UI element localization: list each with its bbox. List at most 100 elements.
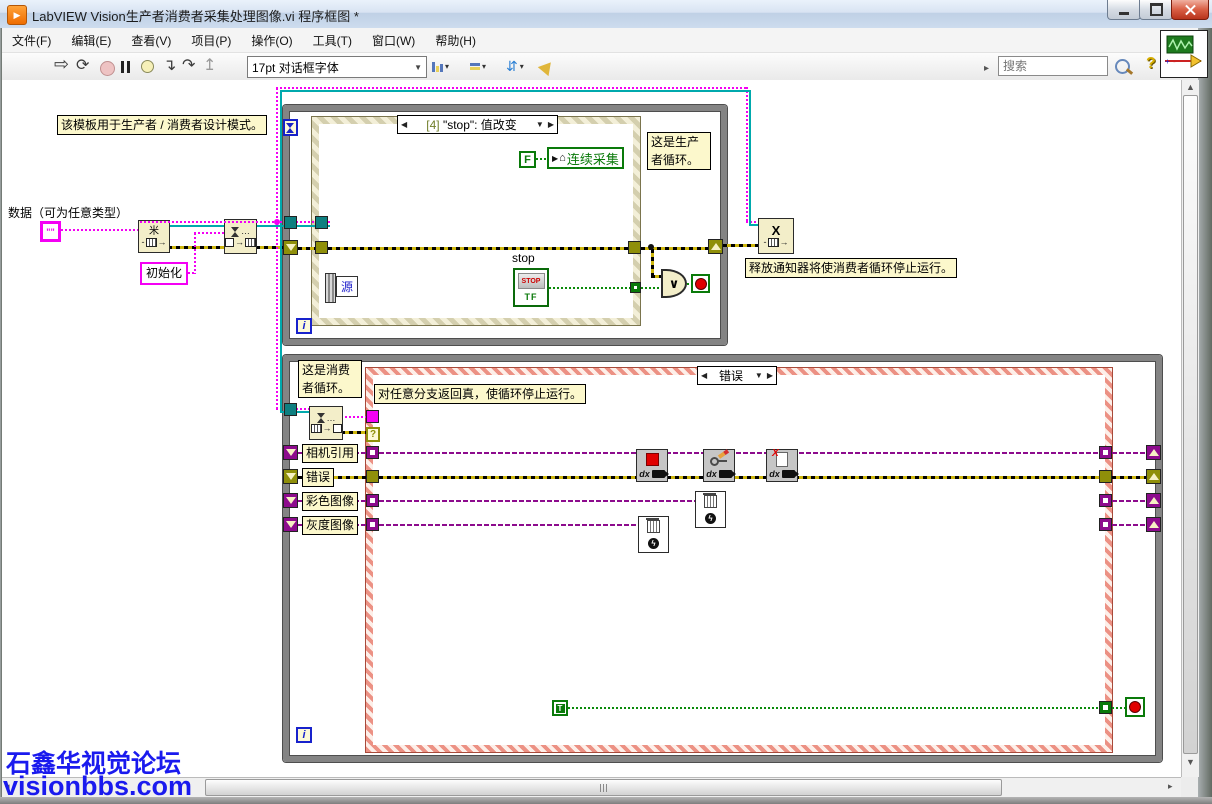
wire-string-init-3[interactable]: [194, 232, 225, 234]
next-case-icon[interactable]: ▶: [548, 120, 554, 129]
release-notifier-node[interactable]: X -→: [758, 218, 794, 254]
shift-register-right-gray-image[interactable]: [1146, 517, 1161, 532]
horizontal-scrollbar-thumb[interactable]: [205, 779, 1002, 796]
wire-camera-ref-through-case[interactable]: [379, 452, 1100, 454]
tunnel-notifier-loop-left[interactable]: [284, 216, 297, 229]
imaq-dispose-gray-node[interactable]: ϟ: [638, 516, 669, 553]
wire-color-image-right[interactable]: [1112, 500, 1146, 502]
tunnel-error-case-right[interactable]: [1099, 470, 1112, 483]
shift-register-left-color-image[interactable]: [283, 493, 298, 508]
local-variable-continuous[interactable]: ▶ ⌂ 连续采集: [547, 147, 624, 169]
window-border-right[interactable]: [1198, 28, 1212, 804]
event-data-node-source[interactable]: 源: [336, 276, 358, 297]
vertical-scrollbar-thumb[interactable]: [1183, 95, 1198, 754]
menu-file[interactable]: 文件(F): [2, 28, 61, 53]
wire-error-wait-to-selector[interactable]: [341, 431, 367, 434]
wire-string-data-to-obtain[interactable]: [61, 229, 138, 231]
imaqdx-stop-acquisition-node[interactable]: dx: [636, 449, 668, 482]
case-structure[interactable]: [366, 368, 1112, 752]
case-dropdown-icon[interactable]: ▼: [536, 120, 544, 129]
previous-case-icon[interactable]: ◀: [701, 371, 707, 380]
tunnel-bool-case-right[interactable]: [1099, 701, 1112, 714]
close-button[interactable]: [1171, 0, 1209, 20]
wire-string-down-to-consumer[interactable]: [276, 223, 278, 410]
wire-string-wait-output[interactable]: [341, 416, 367, 418]
imaqdx-unconfigure-node[interactable]: X dx: [766, 449, 798, 482]
scroll-down-icon[interactable]: ▼: [1186, 757, 1195, 767]
previous-case-icon[interactable]: ◀: [401, 120, 407, 129]
run-continuous-icon[interactable]: ⟳: [76, 57, 89, 75]
search-expand-icon[interactable]: ▸: [984, 60, 989, 78]
tunnel-notifier-consumer-left[interactable]: [284, 403, 297, 416]
align-objects-dropdown[interactable]: ▾: [432, 56, 449, 77]
wire-string-right-down[interactable]: [746, 87, 748, 223]
case-selector-terminal[interactable]: ?: [366, 427, 380, 442]
tunnel-error-case-left[interactable]: [366, 470, 379, 483]
tunnel-error-event-left[interactable]: [315, 241, 328, 254]
shift-register-left-error[interactable]: [283, 469, 298, 484]
shift-register-right-error-producer[interactable]: [708, 239, 723, 254]
event-data-node-bar[interactable]: [325, 273, 336, 303]
event-timeout-terminal[interactable]: [283, 119, 298, 136]
pause-button-icon[interactable]: [121, 61, 130, 73]
tunnel-color-image-case-left[interactable]: [366, 494, 379, 507]
wire-error-branch-down[interactable]: [651, 249, 654, 277]
wire-bool-tunnel-to-or[interactable]: [641, 287, 662, 289]
register-label-color-image[interactable]: 彩色图像: [302, 492, 358, 511]
init-string-constant[interactable]: 初始化: [140, 262, 188, 285]
menu-tools[interactable]: 工具(T): [303, 28, 362, 53]
stop-terminal-label[interactable]: stop: [512, 251, 535, 265]
highlight-execution-bulb-icon[interactable]: [141, 60, 154, 73]
producer-loop-condition-terminal[interactable]: [691, 274, 710, 293]
reorder-objects-dropdown[interactable]: ⇵ ▾: [506, 56, 524, 77]
wire-notifier-right-down[interactable]: [749, 90, 751, 226]
wire-bool-tunnel-to-stopterm[interactable]: [1112, 707, 1125, 709]
menu-edit[interactable]: 编辑(E): [61, 28, 121, 53]
wire-string-init-2[interactable]: [194, 233, 196, 274]
wire-error-register-right[interactable]: [1112, 476, 1146, 479]
wire-camera-ref-right[interactable]: [1112, 452, 1146, 454]
consumer-loop-condition-terminal[interactable]: [1125, 697, 1145, 717]
comment-case-note[interactable]: 对任意分支返回真，使循环停止运行。: [374, 384, 586, 404]
menu-window[interactable]: 窗口(W): [362, 28, 425, 53]
scroll-up-icon[interactable]: ▲: [1186, 82, 1195, 92]
menu-operate[interactable]: 操作(O): [241, 28, 302, 53]
run-button-icon[interactable]: ⇨: [54, 55, 69, 73]
comment-consumer-loop[interactable]: 这是消费者循环。: [298, 360, 362, 398]
help-icon[interactable]: ?: [1146, 55, 1156, 73]
wire-notifier-top[interactable]: [280, 90, 751, 92]
wire-string-top[interactable]: [276, 87, 748, 89]
minimize-button[interactable]: [1107, 0, 1141, 20]
step-over-icon[interactable]: ↷: [182, 57, 195, 75]
wire-string-main[interactable]: [140, 221, 330, 223]
tunnel-bool-event-right[interactable]: [630, 282, 641, 293]
shift-register-left-error-producer[interactable]: [283, 240, 298, 255]
wire-error-through-event[interactable]: [328, 247, 629, 250]
shift-register-left-gray-image[interactable]: [283, 517, 298, 532]
abort-button-icon[interactable]: [100, 61, 115, 76]
wire-bool-stop-to-tunnel[interactable]: [549, 287, 631, 289]
vi-icon[interactable]: + -: [1160, 30, 1208, 78]
cleanup-diagram-button[interactable]: [540, 56, 554, 77]
string-control-terminal[interactable]: "": [40, 221, 61, 242]
wire-error-to-release[interactable]: [723, 244, 758, 247]
case-dropdown-icon[interactable]: ▼: [755, 371, 763, 380]
shift-register-right-error[interactable]: [1146, 469, 1161, 484]
shift-register-right-color-image[interactable]: [1146, 493, 1161, 508]
comment-producer-loop[interactable]: 这是生产者循环。: [647, 132, 711, 170]
imaq-dispose-color-node[interactable]: ϟ: [695, 491, 726, 528]
tunnel-camera-ref-case-right[interactable]: [1099, 446, 1112, 459]
shift-register-right-camera-ref[interactable]: [1146, 445, 1161, 460]
case-structure-selector-label[interactable]: ◀ 错误 ▼ ▶: [697, 366, 777, 385]
event-structure-case-selector[interactable]: ◀ [4] "stop": 值改变 ▼ ▶: [397, 115, 558, 134]
tunnel-error-event-right[interactable]: [628, 241, 641, 254]
wire-color-image-to-dispose[interactable]: [379, 500, 695, 502]
register-label-gray-image[interactable]: 灰度图像: [302, 516, 358, 535]
wire-error-shiftreg-to-event[interactable]: [298, 247, 315, 250]
consumer-iteration-terminal[interactable]: i: [296, 727, 312, 743]
title-bar[interactable]: ▶ LabVIEW Vision生产者消费者采集处理图像.vi 程序框图 *: [0, 0, 1212, 29]
wire-gray-image-right[interactable]: [1112, 524, 1146, 526]
send-notification-node[interactable]: … →: [224, 219, 257, 254]
maximize-button[interactable]: [1139, 0, 1173, 20]
imaqdx-close-camera-node[interactable]: dx: [703, 449, 735, 482]
